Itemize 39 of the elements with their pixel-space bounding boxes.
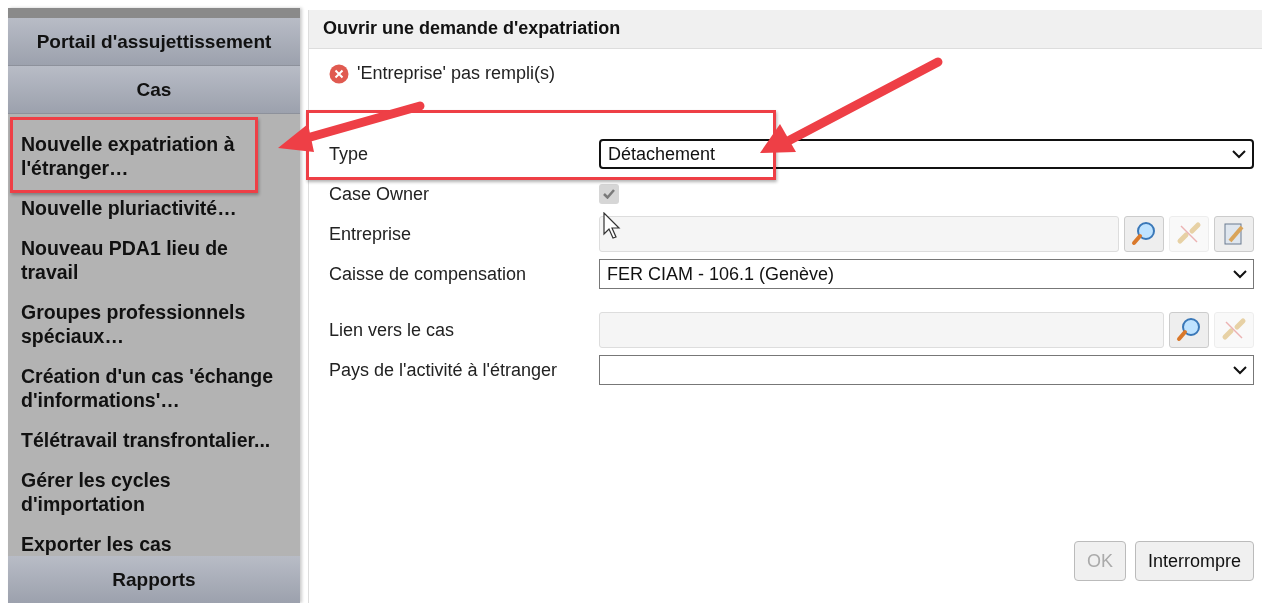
error-message: 'Entreprise' pas rempli(s)	[357, 63, 555, 84]
menu-item[interactable]: Nouvelle expatriation à l'étranger…	[21, 132, 286, 180]
field-label: Pays de l'activité à l'étranger	[329, 359, 558, 381]
edit-button[interactable]	[1214, 216, 1254, 252]
menu-item[interactable]: Exporter les cas	[21, 532, 172, 556]
dropdown[interactable]: Détachement	[599, 139, 1254, 169]
dropdown[interactable]: FER CIAM - 106.1 (Genève)	[599, 259, 1254, 289]
section-header[interactable]: Rapports	[8, 556, 300, 603]
section-header[interactable]: Cas	[8, 66, 300, 114]
field-label: Caisse de compensation	[329, 263, 528, 285]
error-icon	[329, 63, 349, 84]
search-button[interactable]	[1124, 216, 1164, 252]
chevron-icon	[1233, 365, 1247, 375]
search-icon	[1176, 317, 1202, 343]
broken-link-icon	[1176, 221, 1202, 247]
edit-document-icon	[1222, 221, 1246, 247]
field-label: Type	[329, 143, 370, 165]
menu-item[interactable]: Télétravail transfrontalier...	[21, 428, 271, 452]
chevron-icon	[1233, 269, 1247, 279]
field-label: Case Owner	[329, 183, 431, 205]
dialog-title: Ouvrir une demande d'expatriation	[309, 10, 1262, 49]
dropdown[interactable]	[599, 355, 1254, 385]
menu-item[interactable]: Gérer les cycles d'importation	[21, 468, 286, 516]
mouse-pointer-icon	[603, 212, 623, 240]
check-icon	[603, 189, 615, 199]
field-label: Lien vers le cas	[329, 319, 456, 341]
input-field[interactable]	[599, 312, 1164, 348]
menu-item[interactable]: Création d'un cas 'échange d'informations'…	[21, 364, 286, 412]
chevron-icon	[1232, 149, 1246, 159]
field-label: Entreprise	[329, 223, 413, 245]
search-icon	[1131, 221, 1157, 247]
search-button[interactable]	[1169, 312, 1209, 348]
menu-item[interactable]: Nouveau PDA1 lieu de travail	[21, 236, 286, 284]
section-header[interactable]: Portail d'assujettissement	[8, 18, 300, 66]
menu-item[interactable]: Nouvelle pluriactivité…	[21, 196, 237, 220]
input-field[interactable]	[599, 216, 1119, 252]
menu-item[interactable]: Groupes professionnels spéciaux…	[21, 300, 286, 348]
dialog-button[interactable]: Interrompre	[1134, 541, 1254, 581]
broken-link-icon	[1221, 317, 1247, 343]
